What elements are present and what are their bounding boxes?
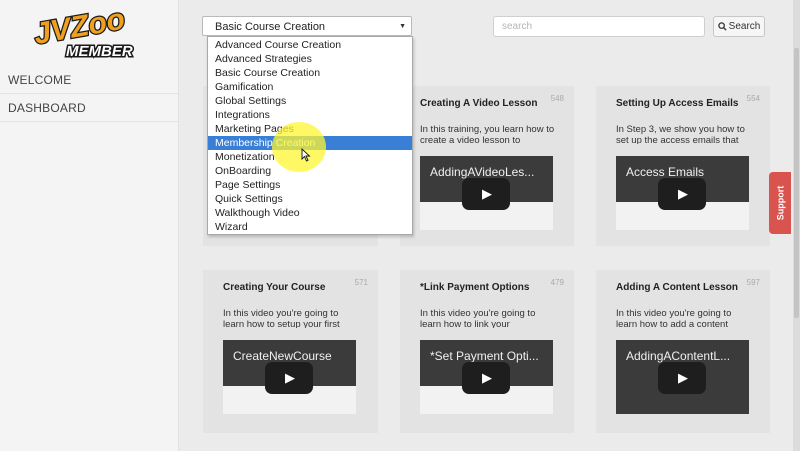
play-button[interactable]: ▶: [462, 362, 510, 394]
search-button-label: Search: [728, 21, 761, 32]
category-select-value: Basic Course Creation: [215, 21, 326, 33]
play-icon: ▶: [482, 370, 492, 385]
support-label: Support: [775, 185, 785, 221]
play-icon: ▶: [678, 370, 688, 385]
search-icon: [717, 22, 727, 31]
nav-divider: [0, 121, 178, 122]
nav-welcome[interactable]: WELCOME: [8, 73, 71, 87]
lesson-card[interactable]: Creating Your Course 571 In this video y…: [203, 270, 378, 433]
video-title: AddingAVideoLes...: [430, 165, 535, 179]
dropdown-option[interactable]: Integrations: [208, 108, 412, 122]
video-thumbnail[interactable]: *Set Payment Opti... ▶: [420, 340, 553, 414]
dropdown-option[interactable]: Quick Settings: [208, 192, 412, 206]
card-description: In this video you're going to learn how …: [616, 308, 732, 328]
dropdown-option[interactable]: Advanced Strategies: [208, 52, 412, 66]
card-number: 479: [550, 278, 564, 287]
card-title[interactable]: Setting Up Access Emails: [616, 98, 742, 110]
card-number: 571: [354, 278, 368, 287]
dropdown-option[interactable]: Advanced Course Creation: [208, 38, 412, 52]
play-icon: ▶: [285, 370, 295, 385]
card-title[interactable]: *Link Payment Options: [420, 282, 546, 294]
search-button[interactable]: Search: [713, 16, 765, 37]
card-title[interactable]: Adding A Content Lesson: [616, 282, 742, 294]
chevron-down-icon: ▼: [399, 23, 406, 30]
play-icon: ▶: [678, 186, 688, 201]
video-thumbnail[interactable]: CreateNewCourse ▶: [223, 340, 356, 414]
dropdown-option[interactable]: Global Settings: [208, 94, 412, 108]
play-button[interactable]: ▶: [658, 178, 706, 210]
play-button[interactable]: ▶: [462, 178, 510, 210]
lesson-card[interactable]: Setting Up Access Emails 554 In Step 3, …: [596, 86, 770, 246]
lesson-card[interactable]: Creating A Video Lesson 548 In this trai…: [400, 86, 574, 246]
scrollbar-thumb[interactable]: [794, 48, 799, 318]
video-title: *Set Payment Opti...: [430, 349, 539, 363]
dropdown-option[interactable]: Walkthough Video: [208, 206, 412, 220]
mouse-cursor-icon: [301, 148, 311, 162]
card-number: 548: [550, 94, 564, 103]
lesson-card[interactable]: Adding A Content Lesson 597 In this vide…: [596, 270, 770, 433]
dropdown-option[interactable]: Gamification: [208, 80, 412, 94]
card-description: In this video you're going to learn how …: [420, 308, 536, 328]
support-tab[interactable]: Support: [769, 172, 791, 234]
video-title: Access Emails: [626, 165, 705, 179]
dropdown-option[interactable]: Wizard: [208, 220, 412, 234]
card-number: 554: [746, 94, 760, 103]
card-description: In Step 3, we show you how to set up the…: [616, 124, 745, 144]
video-thumbnail[interactable]: Access Emails ▶: [616, 156, 749, 230]
play-button[interactable]: ▶: [265, 362, 313, 394]
video-thumbnail[interactable]: AddingAContentL... ▶: [616, 340, 749, 414]
card-number: 597: [746, 278, 760, 287]
logo-sub: MEMBER: [66, 43, 133, 60]
dropdown-option[interactable]: Basic Course Creation: [208, 66, 412, 80]
dropdown-option[interactable]: Page Settings: [208, 178, 412, 192]
video-thumbnail[interactable]: AddingAVideoLes... ▶: [420, 156, 553, 230]
card-description: In this training, you learn how to creat…: [420, 124, 555, 144]
sidebar: JVZoo MEMBER WELCOME DASHBOARD: [0, 0, 179, 451]
play-icon: ▶: [482, 186, 492, 201]
search-input[interactable]: [493, 16, 705, 37]
card-title[interactable]: Creating Your Course: [223, 282, 349, 294]
card-description: In this video you're going to learn how …: [223, 308, 340, 328]
jvzoo-member-logo[interactable]: JVZoo MEMBER: [30, 6, 150, 62]
page-scrollbar[interactable]: [793, 0, 800, 451]
nav-divider: [0, 93, 178, 94]
video-title: AddingAContentL...: [626, 349, 731, 363]
card-title[interactable]: Creating A Video Lesson: [420, 98, 546, 110]
play-button[interactable]: ▶: [658, 362, 706, 394]
lesson-card[interactable]: *Link Payment Options 479 In this video …: [400, 270, 574, 433]
cursor-highlight: [272, 122, 326, 172]
nav-dashboard[interactable]: DASHBOARD: [8, 101, 86, 115]
category-select[interactable]: Basic Course Creation ▼: [202, 16, 412, 36]
video-title: CreateNewCourse: [233, 349, 332, 363]
